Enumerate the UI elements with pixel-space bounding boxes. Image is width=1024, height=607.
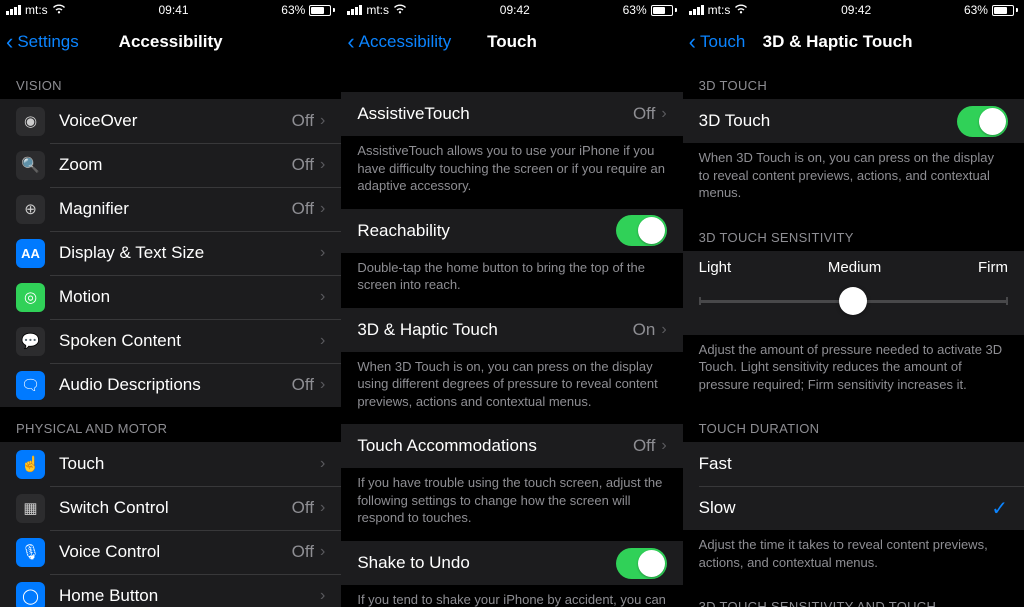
chevron-left-icon: ‹ (347, 31, 354, 53)
zoom-icon: 🔍 (16, 151, 45, 180)
spoken-icon: 💬 (16, 327, 45, 356)
row-touch-accommodations[interactable]: Touch Accommodations Off › (341, 424, 682, 468)
row-display-text-size[interactable]: AA Display & Text Size › (0, 231, 341, 275)
row-duration-fast[interactable]: Fast (683, 442, 1024, 486)
section-touch-duration: Touch Duration (683, 407, 1024, 442)
nav-bar: ‹ Touch 3D & Haptic Touch (683, 20, 1024, 64)
status-bar: mt:s 09:41 63% (0, 0, 341, 20)
screen-touch: mt:s 09:42 63% ‹ Accessibility Touch Ass… (341, 0, 682, 607)
chevron-right-icon: › (320, 112, 325, 130)
back-button[interactable]: ‹ Settings (6, 31, 79, 53)
chevron-right-icon: › (320, 543, 325, 561)
magnifier-icon: ⊕ (16, 195, 45, 224)
footer-reachability: Double-tap the home button to bring the … (341, 253, 682, 308)
battery-icon (651, 5, 677, 16)
battery-icon (309, 5, 335, 16)
row-audio-descriptions[interactable]: 🗨 Audio Descriptions Off › (0, 363, 341, 407)
footer-assistivetouch: AssistiveTouch allows you to use your iP… (341, 136, 682, 209)
section-vision: Vision (0, 64, 341, 99)
footer-sensitivity: Adjust the amount of pressure needed to … (683, 335, 1024, 408)
motion-icon: ◎ (16, 283, 45, 312)
check-icon: ✓ (991, 496, 1008, 521)
slider-label-medium: Medium (828, 259, 881, 276)
slider-label-light: Light (699, 259, 732, 276)
section-sensitivity: 3D Touch Sensitivity (683, 216, 1024, 251)
row-voice-control[interactable]: 🎙 Voice Control Off › (0, 530, 341, 574)
carrier-label: mt:s (25, 3, 48, 17)
screen-3d-haptic: mt:s 09:42 63% ‹ Touch 3D & Haptic Touch… (683, 0, 1024, 607)
chevron-left-icon: ‹ (689, 31, 696, 53)
row-touch[interactable]: ☝ Touch › (0, 442, 341, 486)
sensitivity-slider[interactable] (699, 300, 1008, 303)
signal-icon (689, 5, 704, 15)
battery-pct: 63% (281, 3, 305, 17)
chevron-right-icon: › (320, 455, 325, 473)
section-motor: Physical and Motor (0, 407, 341, 442)
row-home-button[interactable]: ◯ Home Button › (0, 574, 341, 607)
status-bar: mt:s 09:42 63% (341, 0, 682, 20)
slider-thumb[interactable] (839, 287, 867, 315)
row-spoken-content[interactable]: 💬 Spoken Content › (0, 319, 341, 363)
chevron-right-icon: › (661, 105, 666, 123)
battery-icon (992, 5, 1018, 16)
footer-3d-touch: When 3D Touch is on, you can press on th… (341, 352, 682, 425)
chevron-right-icon: › (320, 332, 325, 350)
row-3d-touch-toggle[interactable]: 3D Touch (683, 99, 1024, 143)
wifi-icon (52, 4, 66, 17)
row-magnifier[interactable]: ⊕ Magnifier Off › (0, 187, 341, 231)
time-label: 09:41 (158, 3, 188, 17)
chevron-left-icon: ‹ (6, 31, 13, 53)
footer-3d-touch: When 3D Touch is on, you can press on th… (683, 143, 1024, 216)
chevron-right-icon: › (320, 156, 325, 174)
toggle-shake-undo[interactable] (616, 548, 667, 579)
chevron-right-icon: › (320, 499, 325, 517)
footer-shake: If you tend to shake your iPhone by acci… (341, 585, 682, 607)
row-switch-control[interactable]: ▦ Switch Control Off › (0, 486, 341, 530)
voice-icon: 🎙 (16, 538, 45, 567)
back-label: Settings (17, 32, 78, 52)
chevron-right-icon: › (320, 288, 325, 306)
row-duration-slow[interactable]: Slow ✓ (683, 486, 1024, 530)
wifi-icon (734, 4, 748, 17)
chevron-right-icon: › (661, 437, 666, 455)
section-3d-touch: 3D Touch (683, 64, 1024, 99)
textsize-icon: AA (16, 239, 45, 268)
back-button[interactable]: ‹ Accessibility (347, 31, 451, 53)
status-bar: mt:s 09:42 63% (683, 0, 1024, 20)
footer-touch-acc: If you have trouble using the touch scre… (341, 468, 682, 541)
wifi-icon (393, 4, 407, 17)
slider-label-firm: Firm (978, 259, 1008, 276)
section-test: 3D Touch Sensitivity and Touch Duration … (683, 585, 1024, 607)
audiodesc-icon: 🗨 (16, 371, 45, 400)
chevron-right-icon: › (320, 200, 325, 218)
row-assistivetouch[interactable]: AssistiveTouch Off › (341, 92, 682, 136)
row-reachability[interactable]: Reachability (341, 209, 682, 253)
signal-icon (6, 5, 21, 15)
chevron-right-icon: › (661, 321, 666, 339)
nav-bar: ‹ Accessibility Touch (341, 20, 682, 64)
chevron-right-icon: › (320, 376, 325, 394)
screen-accessibility: mt:s 09:41 63% ‹ Settings Accessibility … (0, 0, 341, 607)
voiceover-icon: ◉ (16, 107, 45, 136)
row-zoom[interactable]: 🔍 Zoom Off › (0, 143, 341, 187)
nav-bar: ‹ Settings Accessibility (0, 20, 341, 64)
home-icon: ◯ (16, 582, 45, 607)
toggle-reachability[interactable] (616, 215, 667, 246)
chevron-right-icon: › (320, 587, 325, 605)
row-shake-to-undo[interactable]: Shake to Undo (341, 541, 682, 585)
back-button[interactable]: ‹ Touch (689, 31, 746, 53)
sensitivity-slider-row: Light Medium Firm (683, 251, 1024, 335)
footer-duration: Adjust the time it takes to reveal conte… (683, 530, 1024, 585)
toggle-3d-touch[interactable] (957, 106, 1008, 137)
signal-icon (347, 5, 362, 15)
row-voiceover[interactable]: ◉ VoiceOver Off › (0, 99, 341, 143)
switch-icon: ▦ (16, 494, 45, 523)
page-title: 3D & Haptic Touch (763, 32, 913, 52)
page-title: Touch (487, 32, 537, 52)
row-3d-haptic-touch[interactable]: 3D & Haptic Touch On › (341, 308, 682, 352)
touch-icon: ☝ (16, 450, 45, 479)
row-motion[interactable]: ◎ Motion › (0, 275, 341, 319)
chevron-right-icon: › (320, 244, 325, 262)
page-title: Accessibility (119, 32, 223, 52)
